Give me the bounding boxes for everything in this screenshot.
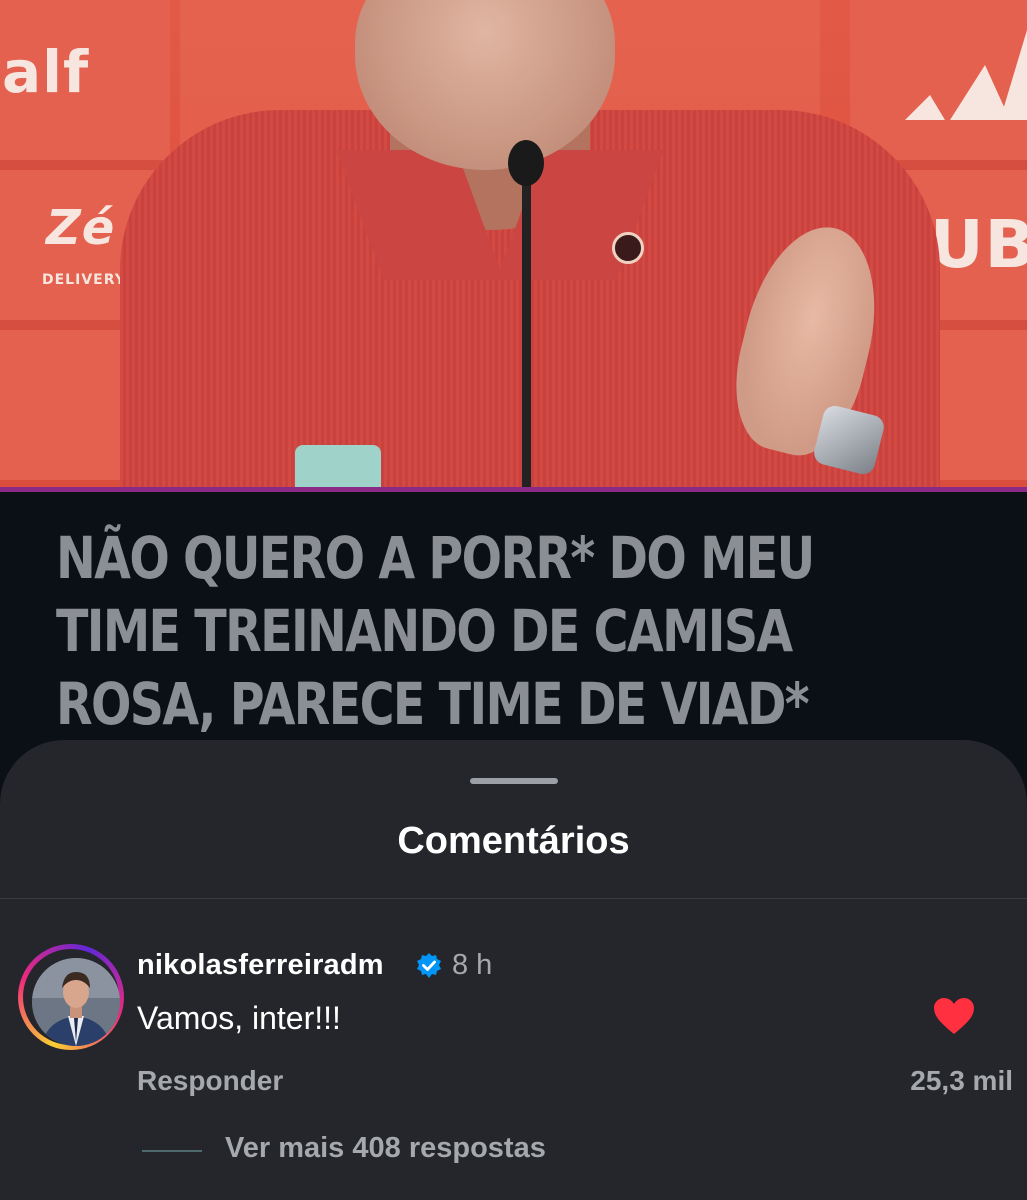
microphone-icon [508, 140, 544, 186]
caption-line-3: ROSA, PARECE TIME DE VIAD* [56, 670, 810, 738]
caption-line-2: TIME TREINANDO DE CAMISA [56, 597, 793, 665]
caption-line-1: NÃO QUERO A PORR* DO MEU [56, 524, 815, 592]
reply-button[interactable]: Responder [137, 1065, 283, 1097]
avatar-story-ring[interactable] [18, 944, 124, 1050]
adidas-logo-icon [905, 30, 1027, 120]
sponsor-logo-ub: UB [930, 206, 1027, 283]
avatar-ring-gap [23, 949, 120, 1046]
avatar [32, 958, 120, 1046]
sponsor-logo-alf: alf [2, 38, 90, 106]
view-more-replies-button[interactable]: Ver mais 408 respostas [225, 1132, 546, 1165]
microphone-stand [522, 180, 531, 500]
heart-icon[interactable] [932, 996, 976, 1036]
replies-connector-line [142, 1150, 202, 1152]
sheet-title: Comentários [397, 820, 630, 862]
lapel-pin [612, 232, 644, 264]
sheet-drag-handle[interactable] [470, 778, 558, 784]
verified-badge-icon [417, 953, 441, 978]
comment-text: Vamos, inter!!! [137, 1000, 341, 1036]
video-player[interactable]: alf Zé DELIVERY UB NÃO QUERO A PORR* DO … [0, 0, 1027, 800]
sheet-divider [0, 898, 1027, 899]
water-bottle [295, 445, 381, 493]
comment-timestamp: 8 h [452, 949, 493, 981]
avatar-photo [32, 958, 120, 1046]
reels-screen: alf Zé DELIVERY UB NÃO QUERO A PORR* DO … [0, 0, 1027, 1200]
sponsor-logo-ze-sub: DELIVERY [42, 272, 126, 288]
comments-sheet: Comentários nikolasferreiradm 8 h Vamos,… [0, 740, 1027, 1200]
like-count[interactable]: 25,3 mil [910, 1065, 1013, 1097]
sponsor-logo-ze: Zé [46, 200, 116, 256]
comment-username[interactable]: nikolasferreiradm [137, 949, 384, 982]
